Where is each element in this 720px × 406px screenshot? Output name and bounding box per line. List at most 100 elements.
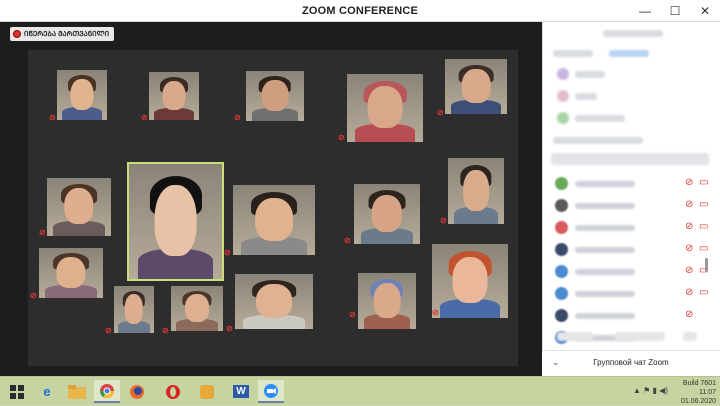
system-tray[interactable]: ▲ ⚑ ▮ ◀): [633, 386, 668, 395]
participant-face: [256, 283, 292, 318]
muted-mic-icon: ⊘: [226, 324, 233, 333]
avatar: [555, 309, 568, 322]
participant-video[interactable]: [358, 273, 416, 329]
participant-video[interactable]: [445, 59, 507, 114]
participant-row[interactable]: ⊘ ▭: [551, 172, 715, 194]
participant-row[interactable]: ⊘ ▭: [551, 238, 715, 260]
muted-mic-icon: ⊘: [338, 133, 345, 142]
participant-face: [373, 283, 401, 318]
mic-muted-icon[interactable]: ⊘: [685, 309, 693, 320]
avatar: [555, 221, 568, 234]
window-title: ZOOM CONFERENCE: [301, 5, 419, 17]
muted-mic-icon: ⊘: [432, 308, 439, 317]
participant-row[interactable]: ⊘: [551, 304, 715, 326]
participant-video[interactable]: [448, 158, 504, 224]
chrome-icon[interactable]: [94, 380, 120, 403]
muted-mic-icon: ⊘: [344, 236, 351, 245]
camera-off-icon[interactable]: ▭: [699, 177, 708, 188]
participant-video[interactable]: [57, 70, 107, 120]
participant-face: [452, 257, 488, 304]
mic-muted-icon[interactable]: ⊘: [685, 221, 693, 232]
participant-video[interactable]: [149, 72, 199, 120]
video-gallery: ᲘᲬᲔᲠᲔᲑᲐ ᲛᲐᲠᲗᲕᲐᲜᲘᲚᲘ ⊘ ⊘ ⊘ ⊘ ⊘ ⊘ ⊘ ⊘ ⊘ ⊘ ⊘…: [0, 22, 542, 376]
camera-off-icon[interactable]: ▭: [699, 243, 708, 254]
muted-mic-icon: ⊘: [224, 248, 231, 257]
camera-off-icon[interactable]: ▭: [699, 287, 708, 298]
panel-tab-blurred[interactable]: [553, 50, 593, 57]
participant-video[interactable]: [432, 244, 508, 318]
participant-name-blurred: [575, 203, 635, 209]
windows-logo-icon: [10, 384, 24, 399]
participant-video[interactable]: [171, 286, 223, 331]
participant-video[interactable]: [114, 286, 154, 333]
participant-video[interactable]: [246, 71, 304, 121]
participant-name-blurred: [575, 225, 635, 231]
cohost-avatar: [557, 90, 569, 102]
minimize-button[interactable]: —: [630, 0, 660, 22]
muted-mic-icon: ⊘: [39, 228, 46, 237]
muted-mic-icon: ⊘: [437, 108, 444, 117]
participant-video[interactable]: [233, 185, 315, 255]
participant-video[interactable]: [354, 184, 420, 244]
muted-mic-icon: ⊘: [30, 291, 37, 300]
group-chat-title: Групповой чат Zoom: [593, 358, 669, 367]
zoom-icon[interactable]: [258, 380, 284, 403]
more-button-blurred[interactable]: [683, 332, 697, 341]
cohost-name-blurred: [575, 93, 597, 100]
internet-explorer-icon[interactable]: e: [34, 380, 60, 403]
avatar: [555, 287, 568, 300]
title-bar: ZOOM CONFERENCE — ☐ ✕: [0, 0, 720, 22]
panel-tab-active-blurred[interactable]: [609, 50, 649, 57]
participant-row[interactable]: ⊘ ▭: [551, 260, 715, 282]
participant-video[interactable]: [39, 248, 103, 298]
word-icon[interactable]: W: [228, 380, 254, 403]
participant-name-blurred: [575, 181, 635, 187]
mic-muted-icon[interactable]: ⊘: [685, 177, 693, 188]
avatar: [555, 243, 568, 256]
participant-face: [461, 68, 491, 103]
participant-face: [185, 294, 209, 322]
host-name-blurred: [575, 71, 605, 78]
participant-list-scrollbar[interactable]: [705, 258, 708, 272]
muted-mic-icon: ⊘: [49, 113, 56, 122]
firefox-icon[interactable]: [124, 380, 150, 403]
camera-off-icon[interactable]: ▭: [699, 221, 708, 232]
mic-muted-icon[interactable]: ⊘: [685, 287, 693, 298]
restore-button[interactable]: ☐: [660, 0, 690, 22]
search-field-blurred[interactable]: [551, 153, 709, 165]
app-icon[interactable]: [194, 380, 220, 403]
muted-mic-icon: ⊘: [105, 326, 112, 335]
participant-row[interactable]: ⊘ ▭: [551, 216, 715, 238]
clock[interactable]: Build 7601 11:07 01.06.2020: [681, 379, 716, 406]
muted-mic-icon: ⊘: [234, 113, 241, 122]
host-avatar: [557, 68, 569, 80]
active-speaker-video[interactable]: [127, 162, 224, 281]
participant-row[interactable]: ⊘ ▭: [551, 194, 715, 216]
muted-mic-icon: ⊘: [349, 310, 356, 319]
avatar: [555, 265, 568, 278]
recording-badge[interactable]: ᲘᲬᲔᲠᲔᲑᲐ ᲛᲐᲠᲗᲕᲐᲜᲘᲚᲘ: [10, 27, 115, 41]
mic-muted-icon[interactable]: ⊘: [685, 265, 693, 276]
participant-video[interactable]: [235, 274, 313, 329]
mute-all-button-blurred[interactable]: [615, 332, 665, 341]
participant-face: [56, 257, 86, 288]
muted-mic-icon: ⊘: [440, 216, 447, 225]
mic-muted-icon[interactable]: ⊘: [685, 199, 693, 210]
participant-face: [261, 80, 289, 111]
close-button[interactable]: ✕: [690, 0, 720, 22]
camera-off-icon[interactable]: ▭: [699, 199, 708, 210]
windows-taskbar: e W ▲ ⚑ ▮ ◀) Build 7601 11:07 01.06.2020: [0, 376, 720, 405]
participant-row[interactable]: ⊘ ▭: [551, 282, 715, 304]
invite-button-blurred[interactable]: [557, 332, 593, 341]
participant-face: [367, 86, 403, 129]
opera-icon[interactable]: [160, 380, 186, 403]
start-button[interactable]: [4, 380, 30, 403]
file-explorer-icon[interactable]: [64, 380, 90, 403]
record-icon: [13, 30, 21, 38]
participant-face: [255, 197, 293, 241]
mic-muted-icon[interactable]: ⊘: [685, 243, 693, 254]
participant-video[interactable]: [347, 74, 423, 142]
group-chat-header[interactable]: ⌄ Групповой чат Zoom: [542, 350, 720, 376]
build-label: Build 7601: [682, 380, 716, 387]
participant-video[interactable]: [47, 178, 111, 236]
